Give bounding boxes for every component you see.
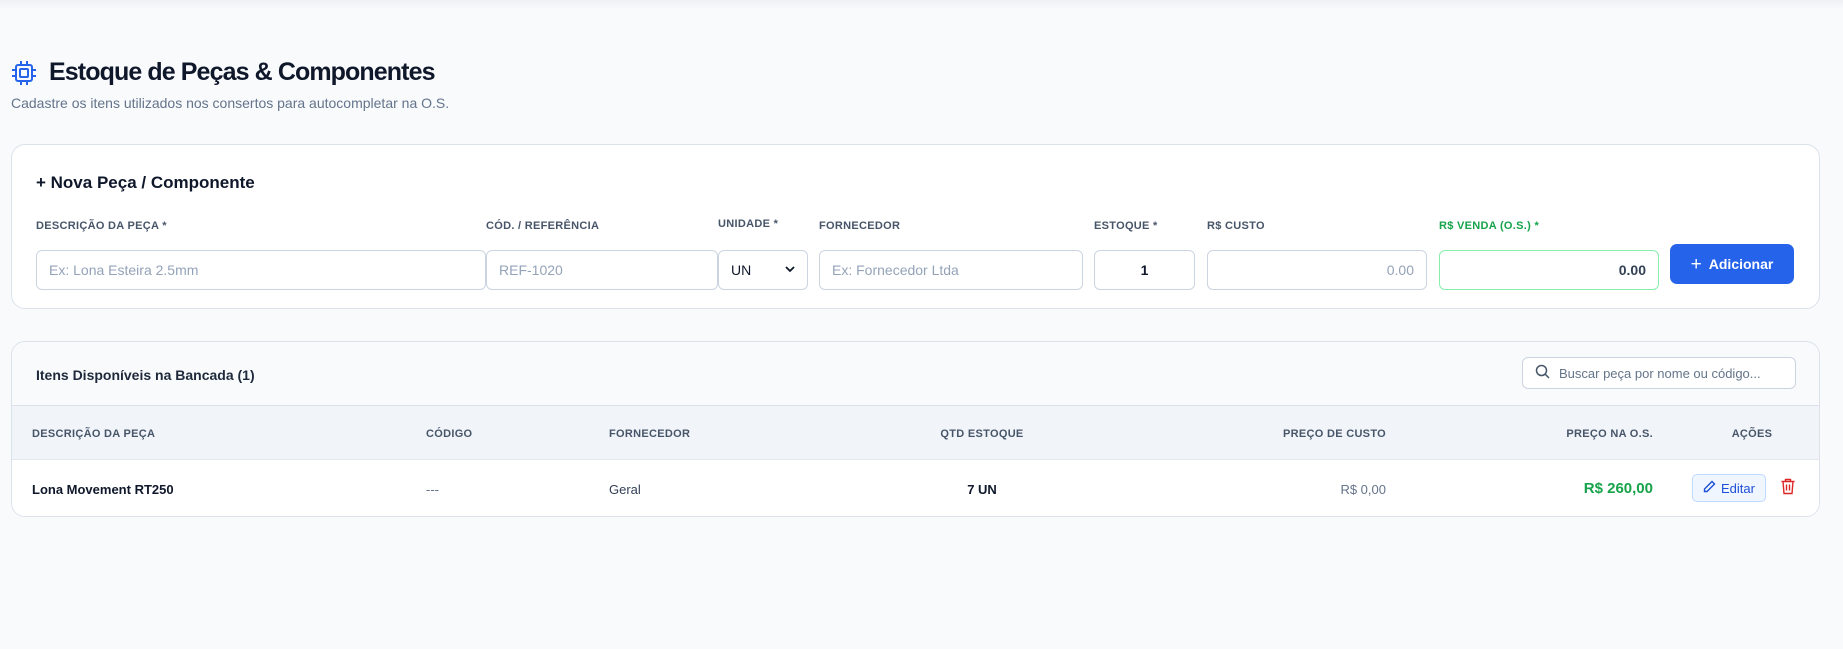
table-row: Lona Movement RT250 --- Geral 7 UN R$ 0,… xyxy=(12,460,1819,516)
supplier-label: FORNECEDOR xyxy=(819,220,901,232)
plus-icon: + xyxy=(1690,253,1702,275)
th-code: CÓDIGO xyxy=(426,428,473,440)
page-header: Estoque de Peças & Componentes Cadastre … xyxy=(11,58,449,111)
table-head: DESCRIÇÃO DA PEÇA CÓDIGO FORNECEDOR QTD … xyxy=(12,406,1819,460)
add-button-label: Adicionar xyxy=(1708,256,1774,272)
cost-field-group: R$ CUSTO 0.00 xyxy=(1207,219,1427,290)
code-field-group: CÓD. / REFERÊNCIA REF-1020 xyxy=(486,219,718,290)
page-title: Estoque de Peças & Componentes xyxy=(49,58,436,86)
th-description: DESCRIÇÃO DA PEÇA xyxy=(32,428,156,440)
add-button[interactable]: + Adicionar xyxy=(1670,244,1794,284)
cost-input[interactable]: 0.00 xyxy=(1207,250,1427,290)
pencil-icon xyxy=(1703,480,1721,496)
unit-field-group: UNIDADE * UN xyxy=(718,217,808,290)
sale-price-field-group: R$ VENDA (O.S.) * 0.00 xyxy=(1439,219,1659,290)
description-field-group: DESCRIÇÃO DA PEÇA * Ex: Lona Esteira 2.5… xyxy=(36,219,486,290)
th-actions: AÇÕES xyxy=(1731,428,1773,440)
row-code: --- xyxy=(426,482,439,497)
row-description: Lona Movement RT250 xyxy=(32,482,174,497)
stock-label: ESTOQUE * xyxy=(1094,220,1158,232)
title-row: Estoque de Peças & Componentes xyxy=(11,58,449,87)
trash-icon[interactable] xyxy=(1780,478,1796,500)
description-input[interactable]: Ex: Lona Esteira 2.5mm xyxy=(36,250,486,290)
cpu-chip-icon xyxy=(11,59,39,87)
description-label: DESCRIÇÃO DA PEÇA * xyxy=(36,220,167,232)
new-part-form-card: + Nova Peça / Componente DESCRIÇÃO DA PE… xyxy=(11,144,1820,309)
top-shadow xyxy=(0,0,1843,10)
row-stock-qty: 7 UN xyxy=(967,482,997,497)
th-os-price: PREÇO NA O.S. xyxy=(1566,428,1653,440)
stock-input[interactable]: 1 xyxy=(1094,250,1195,290)
row-supplier: Geral xyxy=(609,482,641,497)
form-title: + Nova Peça / Componente xyxy=(36,173,255,192)
sale-price-label: R$ VENDA (O.S.) * xyxy=(1439,220,1540,232)
cost-label: R$ CUSTO xyxy=(1207,220,1265,232)
unit-label: UNIDADE * xyxy=(718,218,779,230)
unit-select[interactable]: UN xyxy=(718,250,808,290)
th-supplier: FORNECEDOR xyxy=(609,428,691,440)
code-input[interactable]: REF-1020 xyxy=(486,250,718,290)
th-cost-price: PREÇO DE CUSTO xyxy=(1282,428,1386,440)
search-icon xyxy=(1535,364,1559,382)
row-cost-price: R$ 0,00 xyxy=(1340,482,1386,497)
unit-select-value: UN xyxy=(731,262,752,278)
search-placeholder: Buscar peça por nome ou código... xyxy=(1559,365,1761,381)
code-label: CÓD. / REFERÊNCIA xyxy=(486,220,600,232)
chevron-down-icon xyxy=(785,264,795,276)
sale-price-input[interactable]: 0.00 xyxy=(1439,250,1659,290)
supplier-field-group: FORNECEDOR Ex: Fornecedor Ltda xyxy=(819,219,1083,290)
page-subtitle: Cadastre os itens utilizados nos consert… xyxy=(11,95,450,111)
parts-table-card: Itens Disponíveis na Bancada (1) Buscar … xyxy=(11,341,1820,517)
search-input[interactable]: Buscar peça por nome ou código... xyxy=(1522,357,1796,389)
row-os-price: R$ 260,00 xyxy=(1583,480,1653,497)
stock-field-group: ESTOQUE * 1 xyxy=(1094,219,1195,290)
table-title: Itens Disponíveis na Bancada (1) xyxy=(36,367,255,383)
edit-button[interactable]: Editar xyxy=(1692,474,1766,502)
edit-button-label: Editar xyxy=(1721,480,1755,496)
supplier-input[interactable]: Ex: Fornecedor Ltda xyxy=(819,250,1083,290)
th-stock-qty: QTD ESTOQUE xyxy=(940,428,1024,440)
